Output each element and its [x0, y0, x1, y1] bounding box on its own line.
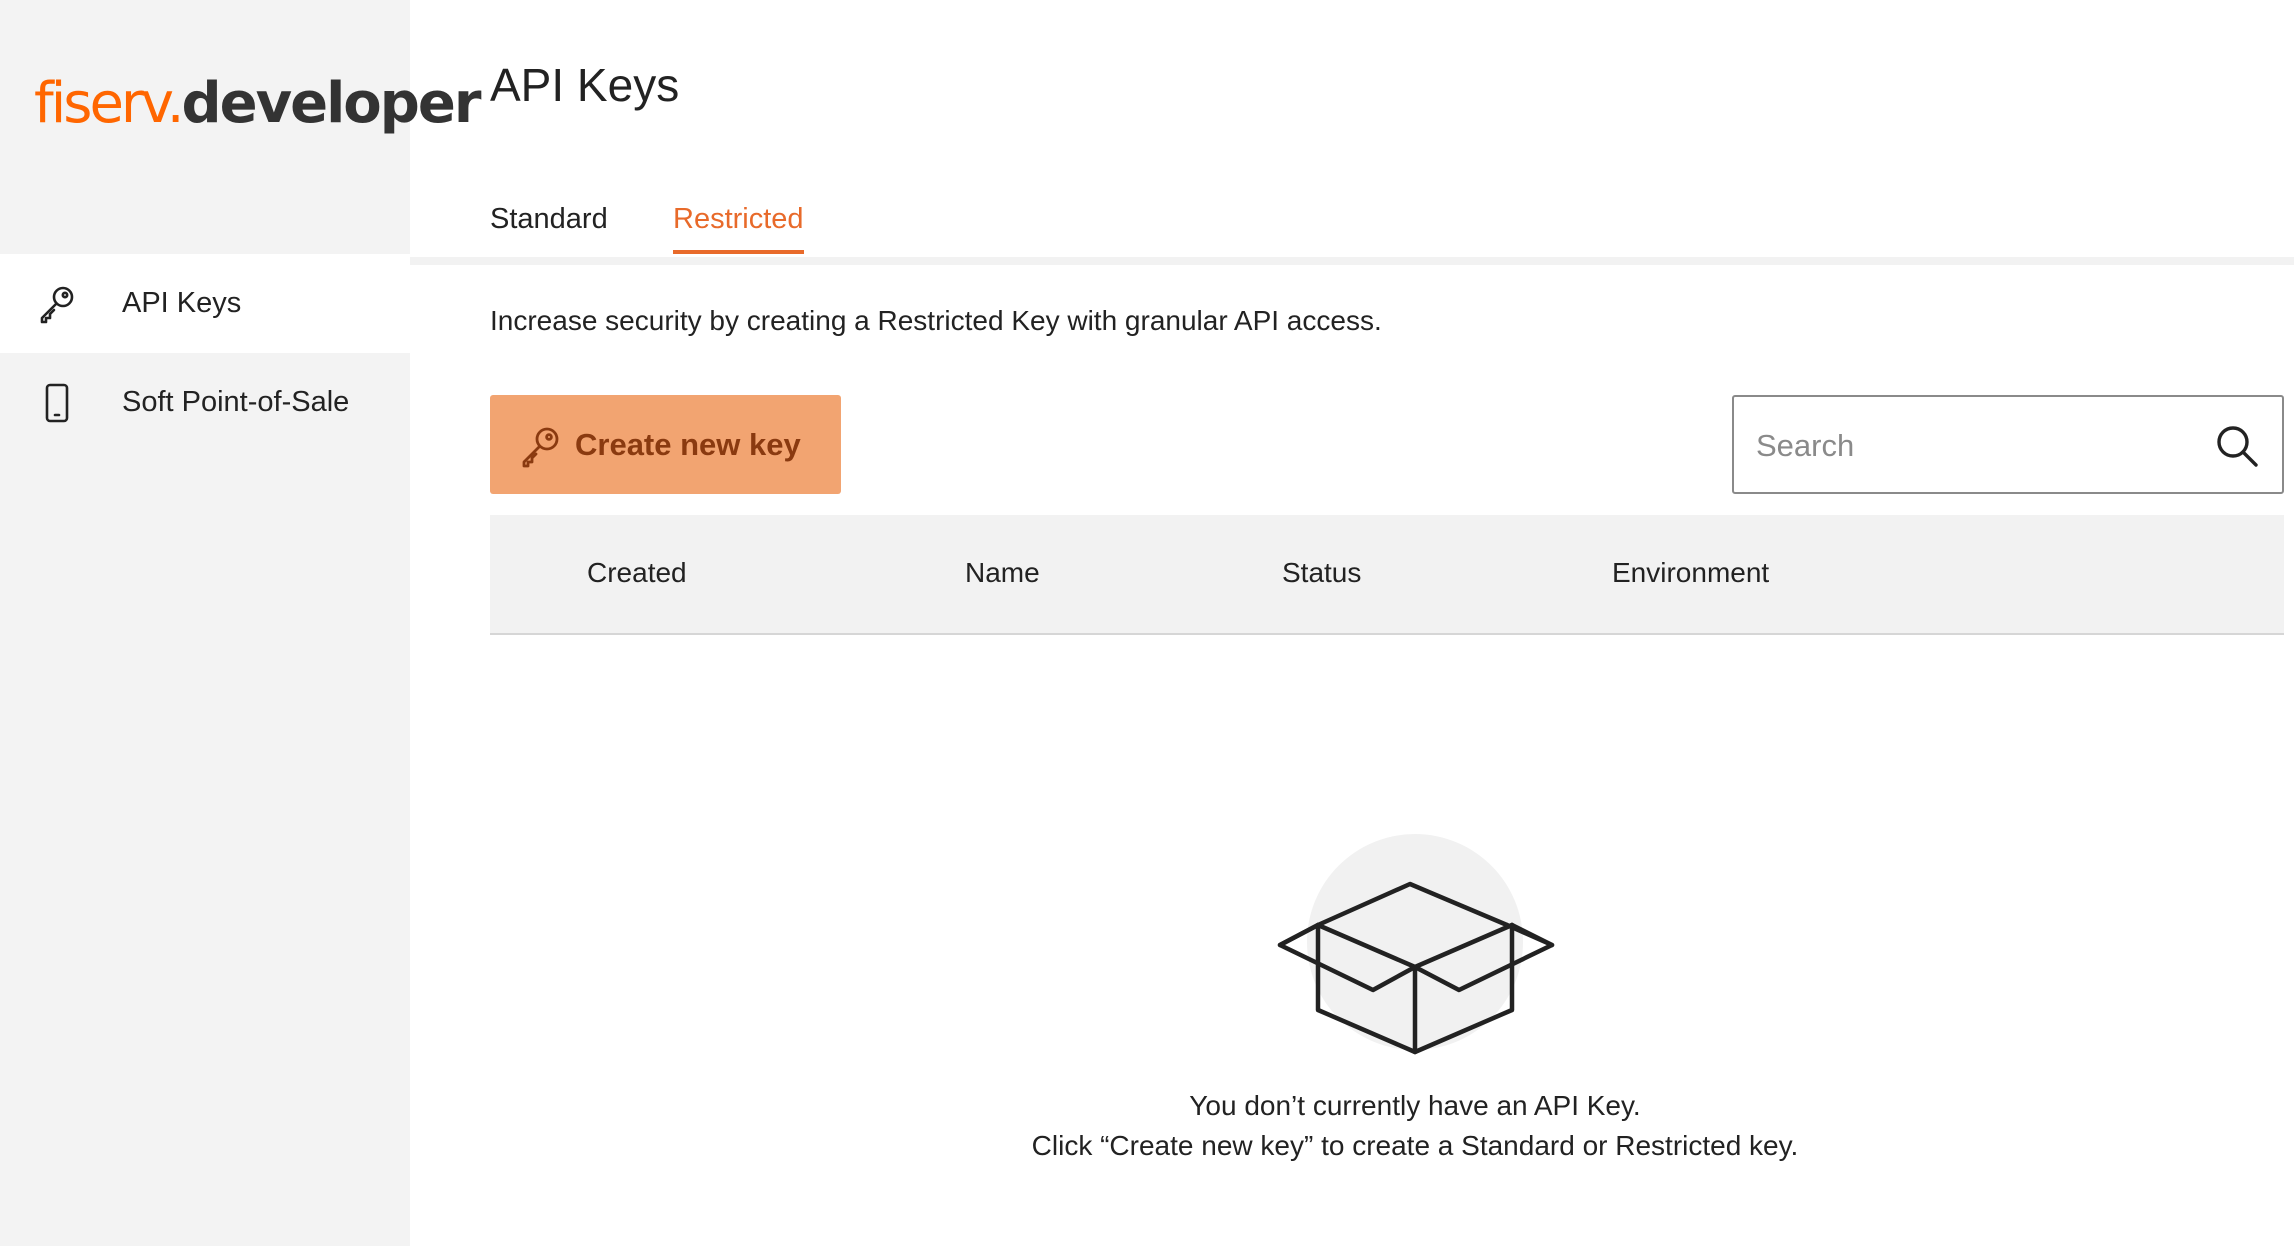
- column-header-name[interactable]: Name: [965, 557, 1040, 589]
- tabs-divider: [410, 257, 2294, 265]
- search-input[interactable]: [1756, 421, 2196, 471]
- empty-state-line-2: Click “Create new key” to create a Stand…: [1031, 1130, 1799, 1161]
- column-header-created[interactable]: Created: [587, 557, 687, 589]
- sidebar-item-api-keys[interactable]: API Keys: [0, 254, 410, 353]
- sidebar-item-label: Soft Point-of-Sale: [122, 386, 350, 418]
- create-new-key-label: Create new key: [575, 426, 801, 462]
- search-field[interactable]: [1732, 395, 2284, 494]
- column-header-environment[interactable]: Environment: [1612, 557, 1769, 589]
- empty-state-line-1: You don’t currently have an API Key.: [1189, 1090, 1641, 1121]
- page-title: API Keys: [490, 59, 680, 111]
- empty-state-message: You don’t currently have an API Key. Cli…: [965, 1086, 1865, 1166]
- key-icon: [40, 286, 74, 323]
- column-header-status[interactable]: Status: [1282, 557, 1361, 589]
- logo-brand-text: fiserv.: [34, 71, 185, 136]
- search-icon[interactable]: [2214, 423, 2260, 469]
- app-root: fiserv.developer API Keys Soft Point-of-…: [0, 0, 2294, 1246]
- open-box-icon: [1277, 834, 1555, 1055]
- tab-restricted[interactable]: Restricted: [673, 203, 804, 254]
- main-content: API Keys Standard Restricted Increase se…: [410, 0, 2294, 1246]
- create-new-key-button[interactable]: Create new key: [490, 395, 841, 494]
- phone-icon: [45, 383, 69, 422]
- tab-standard[interactable]: Standard: [490, 203, 608, 250]
- keys-table-header: Created Name Status Environment: [490, 515, 2284, 635]
- sidebar: fiserv.developer API Keys Soft Point-of-…: [0, 0, 481, 1246]
- page-description: Increase security by creating a Restrict…: [490, 305, 1382, 336]
- sidebar-item-soft-pos[interactable]: Soft Point-of-Sale: [0, 353, 410, 452]
- key-icon: [522, 427, 559, 468]
- sidebar-item-label: API Keys: [122, 287, 242, 319]
